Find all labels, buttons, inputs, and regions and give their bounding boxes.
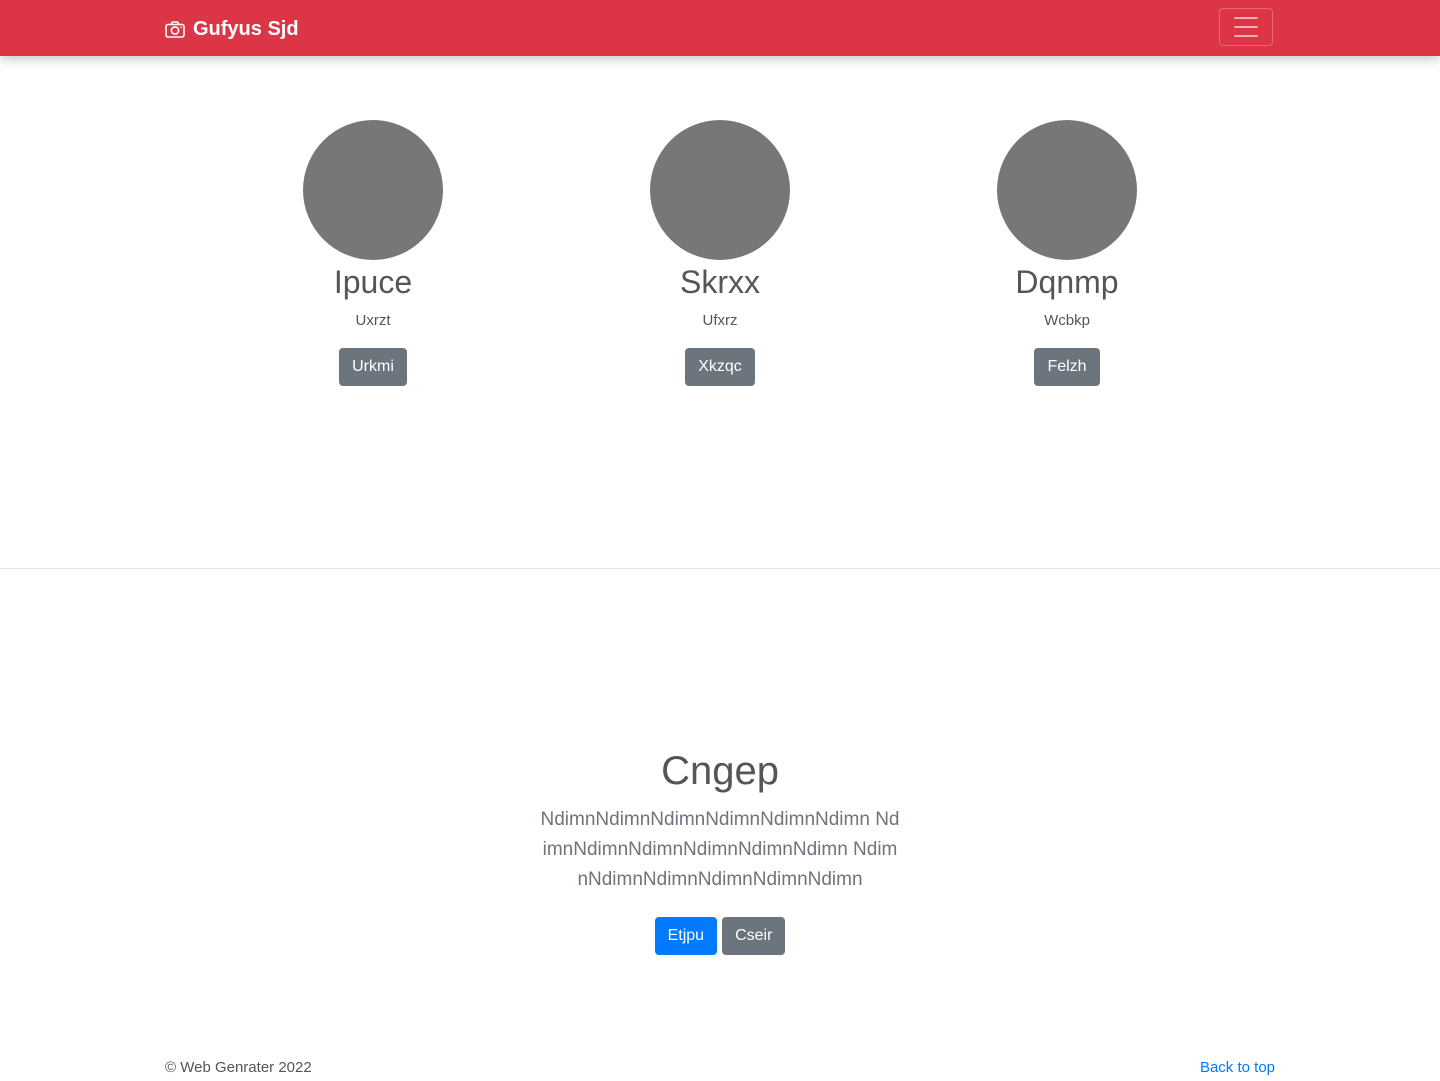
avatar <box>997 120 1137 260</box>
person-name: Ipuce <box>333 264 413 300</box>
hero-title: Cngep <box>661 749 779 793</box>
navbar-toggler-button[interactable] <box>1219 8 1273 46</box>
person-card: Dqnmp Wcbkp Felzh <box>917 120 1217 386</box>
hamburger-icon <box>1234 17 1258 19</box>
camera-icon <box>165 20 185 38</box>
person-name: Skrxx <box>680 264 760 300</box>
section-divider <box>0 568 1440 569</box>
person-button[interactable]: Xkzqc <box>685 348 755 386</box>
hero-section: Cngep NdimnNdimnNdimnNdimnNdimnNdimn Ndi… <box>0 745 1440 955</box>
person-card: Skrxx Ufxrz Xkzqc <box>570 120 870 386</box>
hero-buttons: Etjpu Cseir <box>0 917 1440 955</box>
back-to-top-link[interactable]: Back to top <box>1200 1059 1275 1076</box>
person-button[interactable]: Felzh <box>1034 348 1100 386</box>
secondary-button[interactable]: Cseir <box>722 917 786 955</box>
primary-button[interactable]: Etjpu <box>654 917 718 955</box>
person-card: Ipuce Uxrzt Urkmi <box>223 120 523 386</box>
brand-label: Gufyus Sjd <box>193 17 299 40</box>
brand-link[interactable]: Gufyus Sjd <box>165 15 299 43</box>
navbar: Gufyus Sjd <box>0 0 1440 56</box>
person-description: Wcbkp <box>1044 312 1090 329</box>
person-button[interactable]: Urkmi <box>339 348 407 386</box>
copyright-text: © Web Genrater 2022 <box>165 1059 312 1076</box>
hero-text: NdimnNdimnNdimnNdimnNdimnNdimn NdimnNdim… <box>540 809 900 890</box>
person-description: Uxrzt <box>355 312 391 329</box>
avatar <box>303 120 443 260</box>
person-name: Dqnmp <box>1015 264 1119 300</box>
person-description: Ufxrz <box>702 312 738 329</box>
avatar <box>650 120 790 260</box>
